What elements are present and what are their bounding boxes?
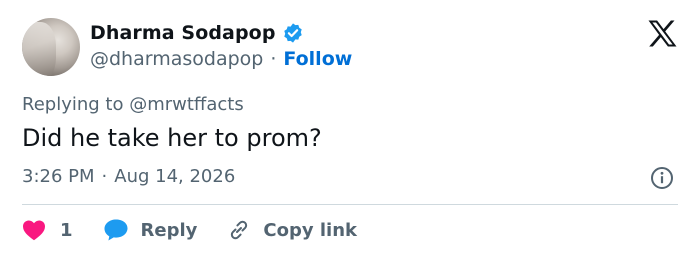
display-name[interactable]: Dharma Sodapop <box>90 22 276 44</box>
timestamp[interactable]: 3:26 PM · Aug 14, 2026 <box>22 166 235 187</box>
follow-button[interactable]: Follow <box>283 48 352 70</box>
reply-button[interactable]: Reply <box>103 218 198 242</box>
avatar[interactable] <box>22 18 80 76</box>
tweet-date: Aug 14, 2026 <box>114 166 236 187</box>
like-button[interactable]: 1 <box>22 219 73 241</box>
tweet-text: Did he take her to prom? <box>22 124 322 152</box>
author-handle-row: @dharmasodapop · Follow <box>90 48 352 70</box>
like-count: 1 <box>60 219 73 241</box>
replying-to: Replying to @mrwtffacts <box>22 94 244 115</box>
speech-bubble-icon <box>104 219 128 241</box>
action-bar: 1 Reply Copy link <box>22 216 357 244</box>
info-icon[interactable] <box>650 166 674 190</box>
reply-target-link[interactable]: @mrwtffacts <box>129 94 243 115</box>
reply-label: Reply <box>140 219 198 241</box>
tweet-time: 3:26 PM <box>22 166 95 187</box>
tweet-card: Dharma Sodapop @dharmasodapop · Follow R… <box>0 0 700 256</box>
divider <box>22 204 678 205</box>
handle[interactable]: @dharmasodapop <box>90 48 263 70</box>
separator-dot: · <box>270 48 277 70</box>
copy-link-label: Copy link <box>263 219 357 241</box>
author-name-row: Dharma Sodapop <box>90 22 304 44</box>
replying-prefix: Replying to <box>22 94 124 115</box>
heart-icon <box>23 220 45 241</box>
verified-badge-icon <box>283 23 302 43</box>
separator-dot: · <box>101 166 108 187</box>
x-logo-icon[interactable] <box>648 20 677 47</box>
copy-link-button[interactable]: Copy link <box>227 218 357 242</box>
avatar-image <box>22 22 56 76</box>
link-icon <box>231 220 248 240</box>
